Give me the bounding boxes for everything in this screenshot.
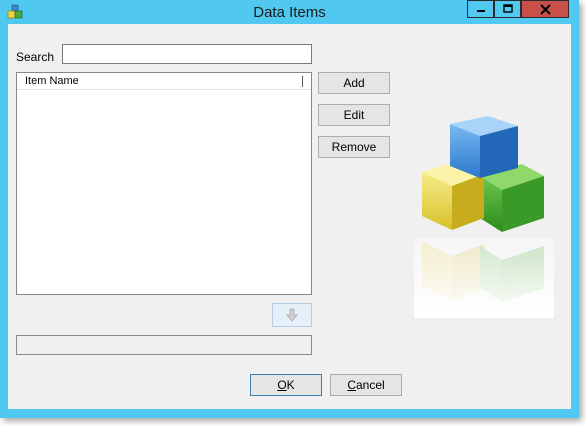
items-list[interactable]: Item Name: [16, 72, 312, 295]
data-items-window: Data Items Search Item Name Add Edit Rem…: [0, 0, 579, 418]
minimize-button[interactable]: [467, 0, 494, 18]
arrow-down-icon: [286, 308, 298, 322]
column-separator[interactable]: [302, 76, 303, 87]
cancel-accelerator: C: [347, 378, 356, 392]
ok-label-rest: K: [286, 378, 295, 392]
search-label: Search: [16, 50, 55, 64]
status-field: [16, 335, 312, 355]
list-header: Item Name: [17, 73, 311, 90]
column-header-item-name[interactable]: Item Name: [25, 75, 79, 87]
title-bar[interactable]: Data Items: [0, 0, 579, 24]
cancel-button[interactable]: Cancel: [330, 374, 402, 396]
add-button[interactable]: Add: [318, 72, 390, 94]
move-down-button[interactable]: [272, 303, 312, 327]
colored-cubes-illustration: [414, 116, 554, 318]
ok-button[interactable]: OK: [250, 374, 322, 396]
maximize-button[interactable]: [494, 0, 521, 18]
edit-button[interactable]: Edit: [318, 104, 390, 126]
minimize-icon: [476, 10, 485, 12]
ok-accelerator: O: [277, 378, 287, 392]
close-button[interactable]: [521, 0, 569, 18]
dialog-client-area: Search Item Name Add Edit Remove OK Canc…: [8, 24, 571, 409]
cancel-label-rest: ancel: [355, 378, 385, 392]
search-input[interactable]: [62, 44, 312, 64]
maximize-icon: [502, 4, 513, 13]
remove-button[interactable]: Remove: [318, 136, 390, 158]
close-icon: [539, 3, 551, 15]
